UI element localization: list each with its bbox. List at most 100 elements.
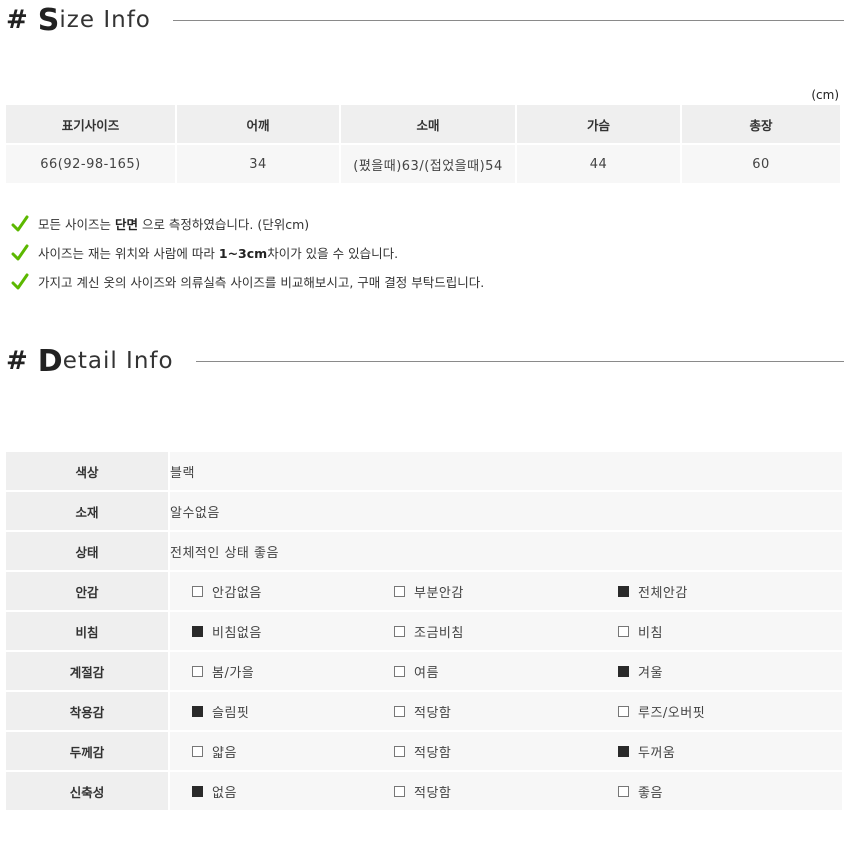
option-item: 안감없음 bbox=[170, 582, 394, 601]
note-item: 가지고 계신 옷의 사이즈와 의류실측 사이즈를 비교해보시고, 구매 결정 부… bbox=[11, 267, 484, 296]
detail-label: 두께감 bbox=[6, 731, 170, 772]
size-notes: 모든 사이즈는 단면 으로 측정하였습니다. (단위cm) 사이즈는 재는 위치… bbox=[11, 209, 484, 296]
unchecked-box-icon bbox=[394, 785, 405, 797]
size-table-row: 66(92-98-165) 34 (폈을때)63/(접었을때)54 44 60 bbox=[6, 144, 842, 185]
checkmark-icon bbox=[11, 273, 29, 289]
option-item: 겨울 bbox=[618, 662, 842, 681]
unchecked-box-icon bbox=[394, 625, 405, 637]
option-label: 안감없음 bbox=[212, 585, 262, 601]
option-item: 부분안감 bbox=[394, 582, 618, 601]
size-title-initial: S bbox=[37, 2, 60, 38]
option-label: 봄/가을 bbox=[212, 665, 255, 681]
heading-divider bbox=[195, 360, 844, 362]
option-item: 비침없음 bbox=[170, 622, 394, 641]
option-item: 적당함 bbox=[394, 742, 618, 761]
size-header-cell: 총장 bbox=[681, 105, 842, 145]
unchecked-box-icon bbox=[394, 585, 405, 597]
option-label: 부분안감 bbox=[414, 585, 464, 601]
detail-label: 비침 bbox=[6, 611, 170, 652]
option-label: 두꺼움 bbox=[638, 745, 676, 761]
checked-box-icon bbox=[192, 785, 203, 797]
option-label: 좋음 bbox=[638, 785, 663, 801]
option-label: 적당함 bbox=[414, 745, 452, 761]
option-item: 여름 bbox=[394, 662, 618, 681]
option-item: 비침 bbox=[618, 622, 842, 641]
checkmark-icon bbox=[11, 244, 29, 260]
size-cell: 66(92-98-165) bbox=[6, 144, 177, 185]
unchecked-box-icon bbox=[192, 745, 203, 757]
detail-title-rest: etail Info bbox=[62, 348, 174, 374]
unchecked-box-icon bbox=[394, 665, 405, 677]
checked-box-icon bbox=[192, 705, 203, 717]
note-text: 모든 사이즈는 단면 으로 측정하였습니다. (단위cm) bbox=[38, 217, 310, 232]
option-item: 봄/가을 bbox=[170, 662, 394, 681]
option-item: 적당함 bbox=[394, 782, 618, 801]
detail-label: 신축성 bbox=[6, 771, 170, 812]
option-item: 적당함 bbox=[394, 702, 618, 721]
unchecked-box-icon bbox=[618, 785, 629, 797]
option-item: 좋음 bbox=[618, 782, 842, 801]
option-item: 두꺼움 bbox=[618, 742, 842, 761]
detail-options-cell: 비침없음 조금비침 비침 bbox=[169, 611, 842, 652]
option-label: 루즈/오버핏 bbox=[638, 705, 706, 721]
detail-label: 상태 bbox=[6, 531, 170, 572]
detail-option-row: 비침 비침없음 조금비침 비침 bbox=[6, 611, 842, 652]
option-item: 조금비침 bbox=[394, 622, 618, 641]
detail-label: 소재 bbox=[6, 491, 170, 532]
detail-value: 전체적인 상태 좋음 bbox=[169, 531, 842, 572]
size-cell: 34 bbox=[176, 144, 341, 185]
detail-row-material: 소재 알수없음 bbox=[6, 491, 842, 532]
detail-label: 계절감 bbox=[6, 651, 170, 692]
option-label: 전체안감 bbox=[638, 585, 688, 601]
option-label: 슬림핏 bbox=[212, 705, 250, 721]
note-item: 사이즈는 재는 위치와 사람에 따라 1~3cm차이가 있을 수 있습니다. bbox=[11, 238, 484, 267]
note-item: 모든 사이즈는 단면 으로 측정하였습니다. (단위cm) bbox=[11, 209, 484, 238]
unchecked-box-icon bbox=[618, 625, 629, 637]
detail-value: 알수없음 bbox=[169, 491, 842, 532]
size-table: 표기사이즈 어깨 소매 가슴 총장 66(92-98-165) 34 (폈을때)… bbox=[6, 105, 842, 185]
size-header-cell: 소매 bbox=[340, 105, 517, 145]
size-table-header-row: 표기사이즈 어깨 소매 가슴 총장 bbox=[6, 105, 842, 145]
option-label: 여름 bbox=[414, 665, 439, 681]
detail-option-row: 안감 안감없음 부분안감 전체안감 bbox=[6, 571, 842, 612]
detail-row-color: 색상 블랙 bbox=[6, 452, 842, 492]
hash-symbol: # bbox=[6, 5, 28, 35]
option-label: 비침없음 bbox=[212, 625, 262, 641]
size-cell: 44 bbox=[516, 144, 682, 185]
option-item: 없음 bbox=[170, 782, 394, 801]
unchecked-box-icon bbox=[618, 705, 629, 717]
detail-label: 착용감 bbox=[6, 691, 170, 732]
checkmark-icon bbox=[11, 215, 29, 231]
checked-box-icon bbox=[618, 585, 629, 597]
detail-option-row: 두께감 얇음 적당함 두꺼움 bbox=[6, 731, 842, 772]
option-item: 슬림핏 bbox=[170, 702, 394, 721]
unchecked-box-icon bbox=[192, 585, 203, 597]
size-cell: 60 bbox=[681, 144, 842, 185]
size-header-cell: 표기사이즈 bbox=[6, 105, 177, 145]
size-info-heading: # S ize Info bbox=[6, 2, 844, 38]
option-label: 조금비침 bbox=[414, 625, 464, 641]
detail-option-row: 계절감 봄/가을 여름 겨울 bbox=[6, 651, 842, 692]
unit-label: (cm) bbox=[811, 88, 839, 102]
size-header-cell: 가슴 bbox=[516, 105, 682, 145]
size-header-cell: 어깨 bbox=[176, 105, 341, 145]
note-text: 사이즈는 재는 위치와 사람에 따라 1~3cm차이가 있을 수 있습니다. bbox=[38, 246, 399, 261]
unchecked-box-icon bbox=[192, 665, 203, 677]
detail-table: 색상 블랙 소재 알수없음 상태 전체적인 상태 좋음 안감 안감없음 부분안감 전체… bbox=[6, 452, 842, 812]
option-item: 얇음 bbox=[170, 742, 394, 761]
checked-box-icon bbox=[192, 625, 203, 637]
hash-symbol: # bbox=[6, 346, 28, 376]
unchecked-box-icon bbox=[394, 745, 405, 757]
option-label: 비침 bbox=[638, 625, 663, 641]
detail-options-cell: 안감없음 부분안감 전체안감 bbox=[169, 571, 842, 612]
detail-options-cell: 없음 적당함 좋음 bbox=[169, 771, 842, 812]
detail-info-heading: # D etail Info bbox=[6, 342, 844, 380]
detail-label: 색상 bbox=[6, 452, 170, 492]
option-item: 전체안감 bbox=[618, 582, 842, 601]
size-title-rest: ize Info bbox=[59, 7, 151, 33]
detail-row-condition: 상태 전체적인 상태 좋음 bbox=[6, 531, 842, 572]
option-item: 루즈/오버핏 bbox=[618, 702, 842, 721]
unchecked-box-icon bbox=[394, 705, 405, 717]
detail-value: 블랙 bbox=[169, 452, 842, 492]
checked-box-icon bbox=[618, 745, 629, 757]
